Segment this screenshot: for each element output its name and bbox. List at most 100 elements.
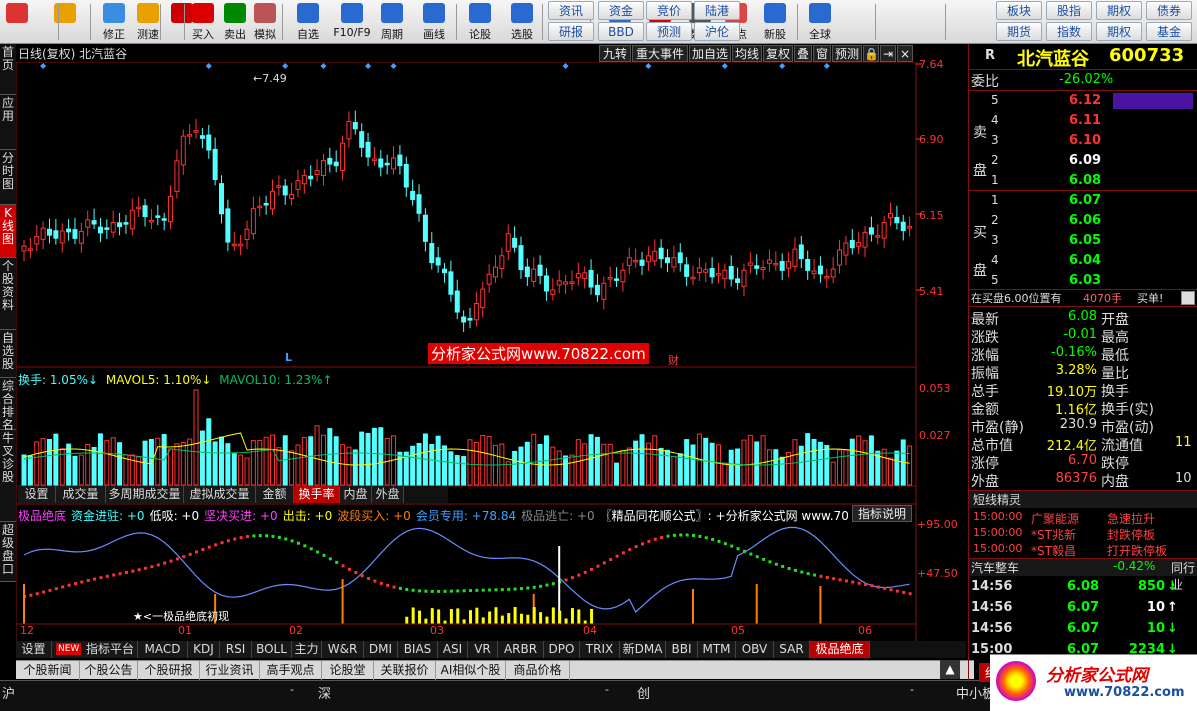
chart-header-button-8[interactable]: 🔒 <box>863 45 879 62</box>
left-tab-2[interactable]: 分时图 <box>0 150 16 205</box>
indicator-tab-9[interactable]: BIAS <box>398 641 438 658</box>
scroll-up-button[interactable]: ▲ <box>940 660 960 679</box>
indicator-tab-6[interactable]: 主力 <box>292 641 322 658</box>
indicator-tab-13[interactable]: DPO <box>544 641 580 658</box>
volume-tab-6[interactable]: 内盘 <box>340 486 372 503</box>
volume-tab-3[interactable]: 虚拟成交量 <box>184 486 256 503</box>
indicator-tab-2[interactable]: MACD <box>138 641 188 658</box>
indicator-tab-15[interactable]: 新DMA <box>620 641 666 658</box>
indicator-tab-14[interactable]: TRIX <box>580 641 620 658</box>
status-sz[interactable]: 深 <box>318 683 331 702</box>
event-diamond-10[interactable] <box>823 63 830 69</box>
left-tab-7[interactable]: 牛叉诊股 <box>0 430 16 522</box>
chart-header-button-4[interactable]: 复权 <box>763 45 793 62</box>
toolbar-fix-button[interactable]: 修正 <box>98 0 130 44</box>
indicator-tab-7[interactable]: W&R <box>322 641 364 658</box>
chart-header-button-2[interactable]: 加自选 <box>689 45 731 62</box>
event-diamond-5[interactable] <box>390 63 397 69</box>
quick-button-资讯[interactable]: 资讯 <box>548 1 594 20</box>
toolbar-buy-button[interactable]: 买入 <box>188 0 218 44</box>
news-tab-0[interactable]: 个股新闻 <box>16 661 80 680</box>
quick-button-沪伦[interactable]: 沪伦 <box>694 22 740 41</box>
left-tab-5[interactable]: 自选股 <box>0 330 16 378</box>
chart-header-button-1[interactable]: 重大事件 <box>632 45 688 62</box>
toolbar-watchlist-button[interactable]: 自选 <box>288 0 328 44</box>
chart-header-button-10[interactable]: × <box>897 45 913 62</box>
chart-header-button-6[interactable]: 窗 <box>813 45 831 62</box>
left-tab-0[interactable]: 首页 <box>0 44 16 95</box>
volume-tab-7[interactable]: 外盘 <box>372 486 404 503</box>
left-tab-6[interactable]: 综合排名 <box>0 378 16 432</box>
quick-button-期权[interactable]: 期权 <box>1096 1 1142 20</box>
quick-button-指数[interactable]: 指数 <box>1046 22 1092 41</box>
news-tab-8[interactable]: 商品价格 <box>506 661 570 680</box>
indicator-tab-20[interactable]: 极品绝底 <box>810 641 870 658</box>
indicator-tab-17[interactable]: MTM <box>698 641 736 658</box>
toolbar-sell-button[interactable]: 卖出 <box>220 0 250 44</box>
chart-header-button-7[interactable]: 预测 <box>832 45 862 62</box>
toolbar-grid-icon[interactable] <box>2 0 32 44</box>
event-diamond-6[interactable] <box>562 63 569 69</box>
indicator-tab-19[interactable]: SAR <box>774 641 810 658</box>
event-diamond-1[interactable] <box>205 63 212 69</box>
event-diamond-0[interactable] <box>40 63 47 69</box>
quick-button-板块[interactable]: 板块 <box>996 1 1042 20</box>
event-diamond-7[interactable] <box>645 63 652 69</box>
indicator-tab-16[interactable]: BBI <box>666 641 698 658</box>
quick-button-资金[interactable]: 资金 <box>598 1 644 20</box>
toolbar-global-button[interactable]: 全球 <box>800 0 840 44</box>
chart-header-button-9[interactable]: ⇥ <box>880 45 896 62</box>
toolbar-select-stock-button[interactable]: 选股 <box>502 0 542 44</box>
news-tab-1[interactable]: 个股公告 <box>80 661 138 680</box>
expand-icon[interactable] <box>1181 291 1195 305</box>
event-diamond-9[interactable] <box>779 63 786 69</box>
indicator-tab-3[interactable]: KDJ <box>188 641 220 658</box>
volume-tab-2[interactable]: 多周期成交量 <box>106 486 184 503</box>
indicator-tab-8[interactable]: DMI <box>364 641 398 658</box>
indicator-tab-12[interactable]: ARBR <box>498 641 544 658</box>
toolbar-period-button[interactable]: 周期 <box>372 0 412 44</box>
volume-tab-0[interactable]: 设置 <box>18 486 56 503</box>
watermark-link[interactable]: 分析家公式网www.70822.com <box>428 343 649 364</box>
quick-button-期权[interactable]: 期权 <box>1096 22 1142 41</box>
event-diamond-3[interactable] <box>320 63 327 69</box>
event-diamond-2[interactable] <box>282 63 289 69</box>
toolbar-back-icon[interactable] <box>50 0 80 44</box>
volume-tab-1[interactable]: 成交量 <box>56 486 106 503</box>
news-tab-2[interactable]: 个股研报 <box>138 661 200 680</box>
status-cy[interactable]: 创 <box>637 683 650 702</box>
news-tab-3[interactable]: 行业资讯 <box>200 661 260 680</box>
indicator-tab-11[interactable]: VR <box>468 641 498 658</box>
toolbar-f10-button[interactable]: F10/F9 <box>332 0 372 44</box>
indicator-tab-10[interactable]: ASI <box>438 641 468 658</box>
quick-button-竞价[interactable]: 竞价 <box>646 1 692 20</box>
toolbar-simulate-button[interactable]: 模拟 <box>250 0 280 44</box>
left-tab-3[interactable]: K线图 <box>0 205 16 258</box>
left-tab-4[interactable]: 个股资料 <box>0 258 16 330</box>
indicator-tab-4[interactable]: RSI <box>220 641 252 658</box>
indicator-tab-18[interactable]: OBV <box>736 641 774 658</box>
quick-button-债券[interactable]: 债券 <box>1146 1 1192 20</box>
chart-header-button-0[interactable]: 九转 <box>599 45 631 62</box>
event-diamond-8[interactable] <box>721 63 728 69</box>
quick-button-预测[interactable]: 预测 <box>646 22 692 41</box>
status-sh[interactable]: 沪 <box>2 683 15 702</box>
news-tab-7[interactable]: AI相似个股 <box>436 661 506 680</box>
event-diamond-4[interactable] <box>365 63 372 69</box>
quick-button-期货[interactable]: 期货 <box>996 22 1042 41</box>
news-tab-4[interactable]: 高手观点 <box>260 661 322 680</box>
quick-button-股指[interactable]: 股指 <box>1046 1 1092 20</box>
quick-button-陆港[interactable]: 陆港 <box>694 1 740 20</box>
indicator-tab-0[interactable]: 设置 <box>16 641 52 658</box>
quick-button-基金[interactable]: 基金 <box>1146 22 1192 41</box>
quick-button-BBD[interactable]: BBD <box>598 22 644 41</box>
volume-tab-4[interactable]: 金额 <box>256 486 294 503</box>
toolbar-new-stock-button[interactable]: 新股 <box>755 0 795 44</box>
volume-tab-5[interactable]: 换手率 <box>294 486 340 503</box>
indicator-help-button[interactable]: 指标说明 <box>852 505 912 522</box>
left-tab-1[interactable]: 应用 <box>0 95 16 150</box>
indicator-tab-5[interactable]: BOLL <box>252 641 292 658</box>
left-tab-8[interactable]: 超级盘口 <box>0 522 16 582</box>
chart-header-button-3[interactable]: 均线 <box>732 45 762 62</box>
news-tab-5[interactable]: 论股堂 <box>322 661 374 680</box>
